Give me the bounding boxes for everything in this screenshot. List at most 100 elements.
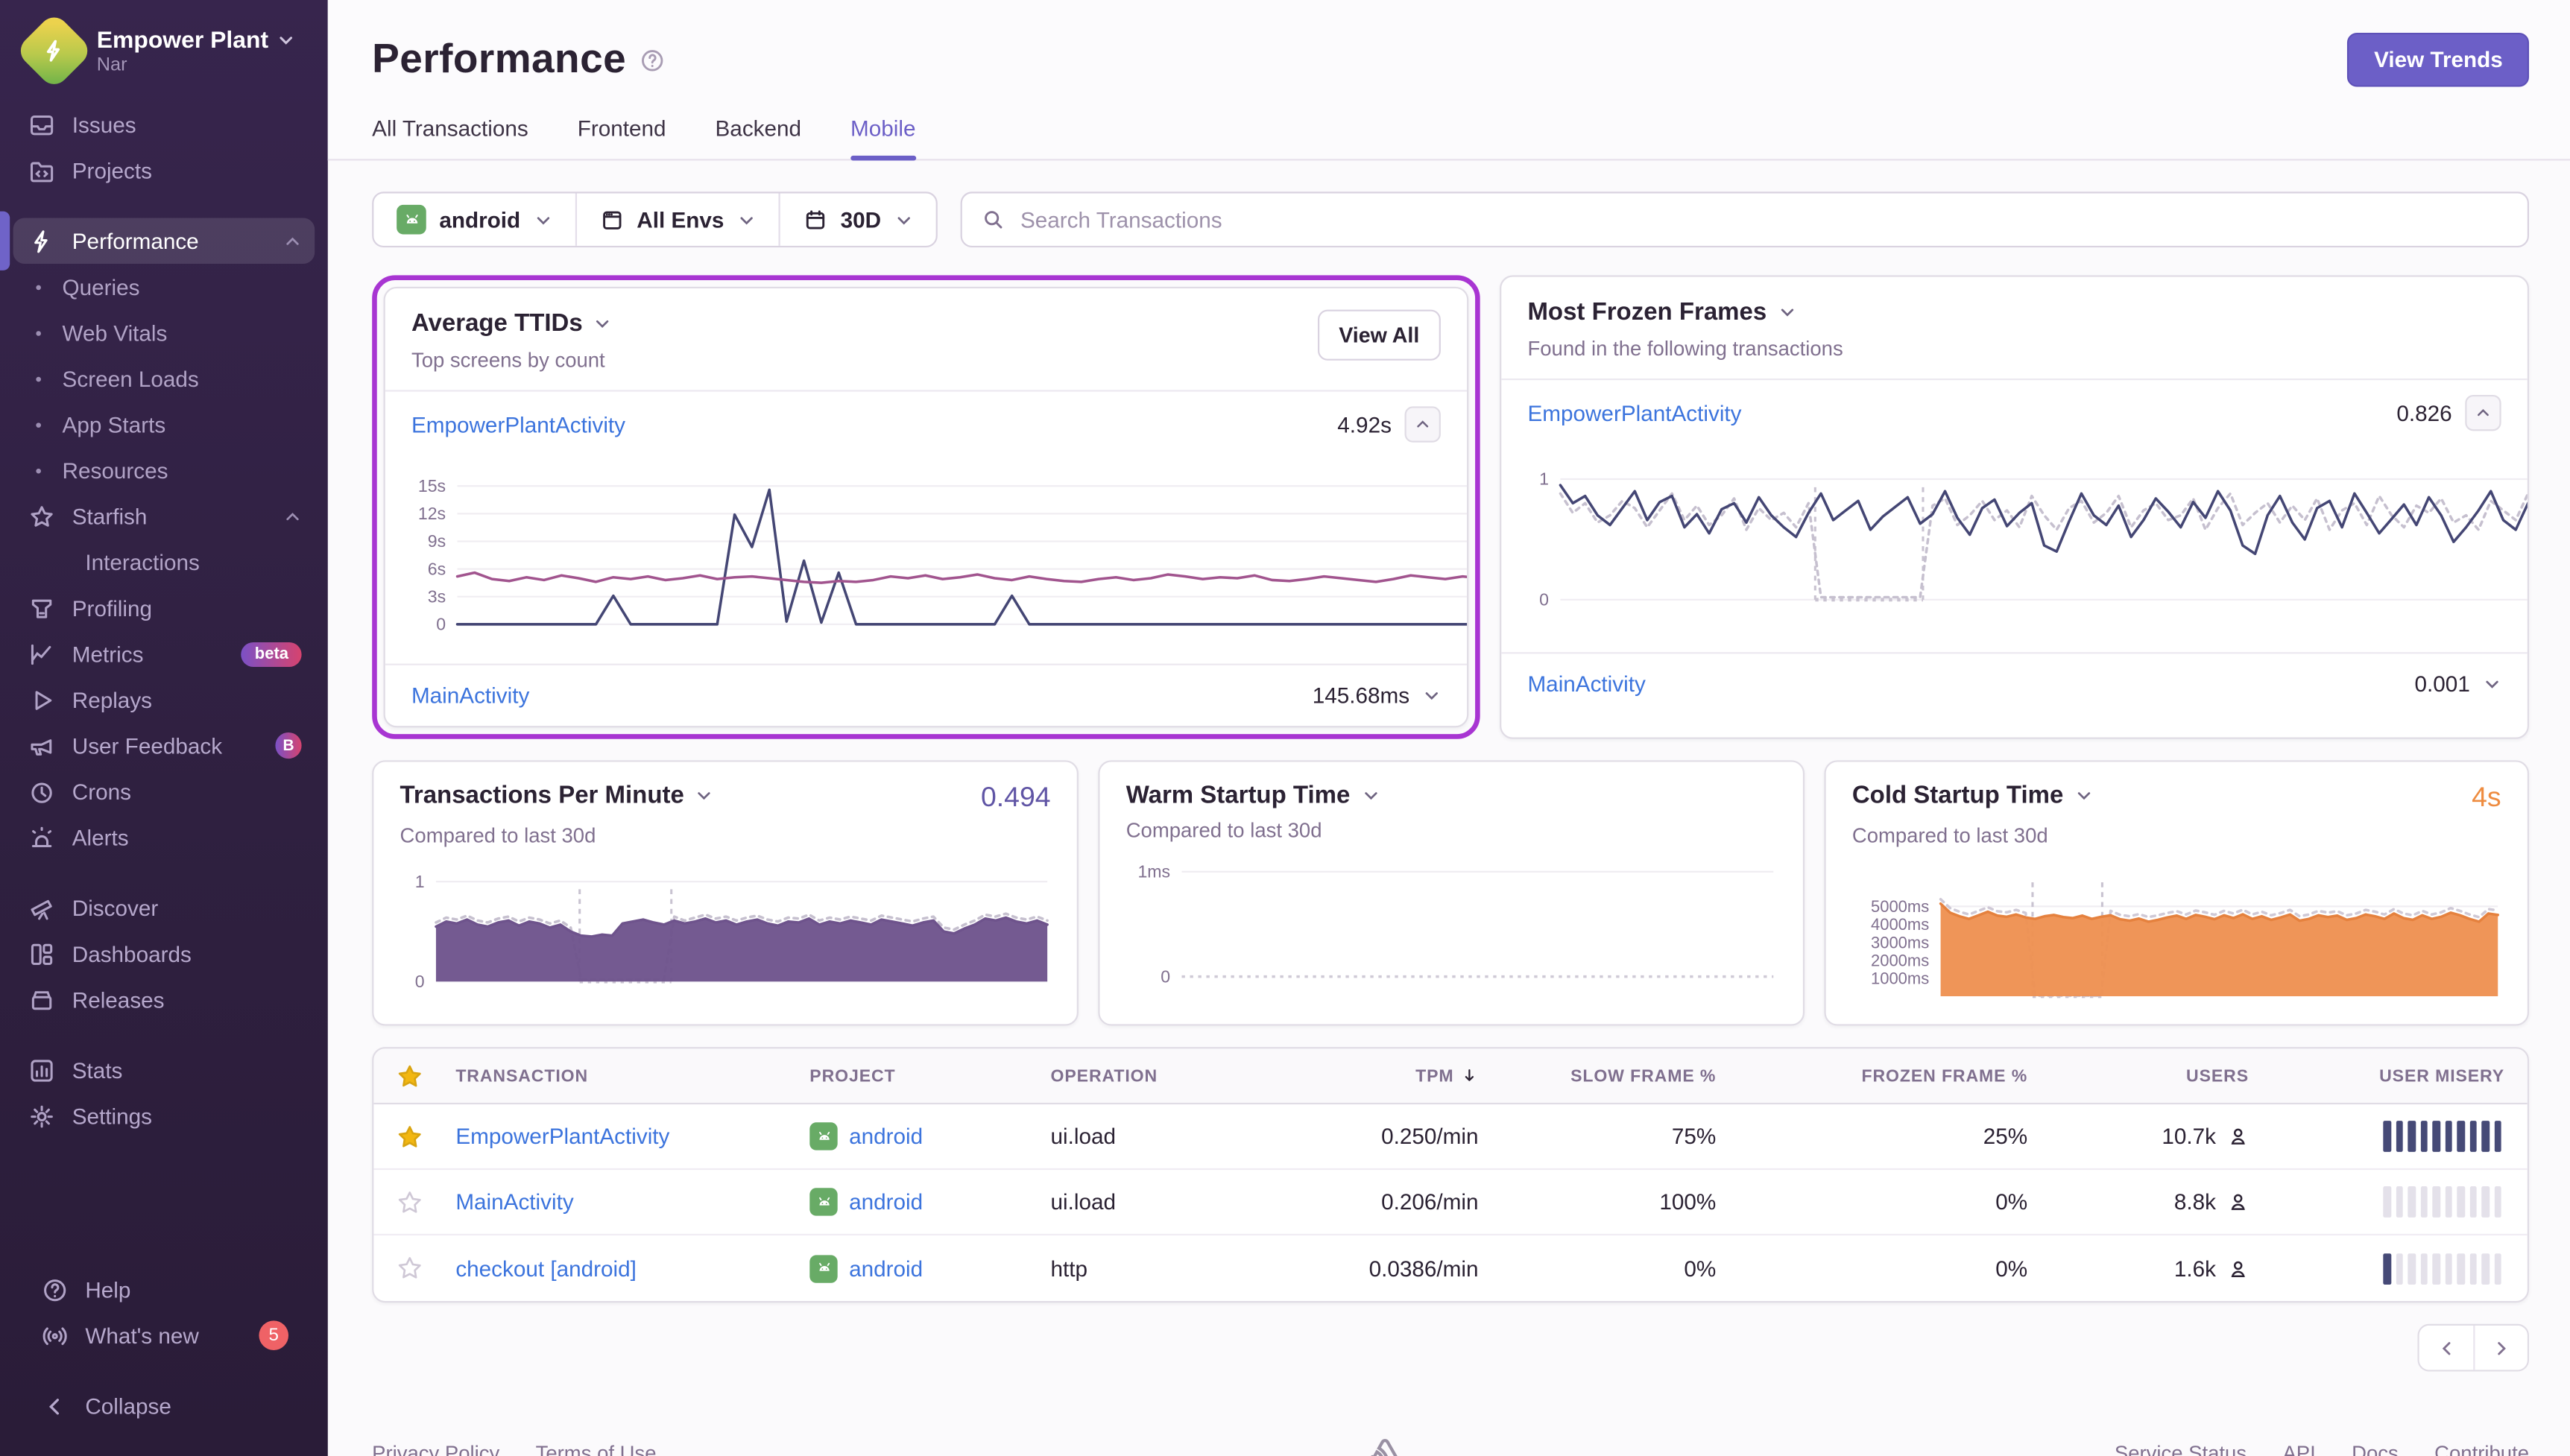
users-cell: 10.7k — [2037, 1124, 2258, 1149]
column-header-star[interactable] — [373, 1063, 446, 1089]
sidebar-item-what-s-new[interactable]: What's new5 — [26, 1312, 301, 1358]
sidebar-item-app-starts[interactable]: App Starts — [13, 402, 315, 448]
android-icon — [397, 205, 426, 235]
sidebar-item-user-feedback[interactable]: User FeedbackB — [13, 723, 315, 769]
sidebar-item-discover[interactable]: Discover — [13, 884, 315, 931]
transactions-per-minute-title-dropdown[interactable]: Transactions Per Minute — [400, 782, 714, 809]
footer-link-privacy-policy[interactable]: Privacy Policy — [372, 1442, 499, 1456]
slow-frame-cell: 0% — [1488, 1256, 1726, 1281]
footer-link-service-status[interactable]: Service Status — [2115, 1442, 2247, 1456]
star-toggle[interactable] — [373, 1123, 446, 1149]
column-header-transaction[interactable]: TRANSACTION — [446, 1066, 800, 1085]
tab-mobile[interactable]: Mobile — [850, 116, 915, 159]
collapse-row-button[interactable] — [2465, 395, 2501, 431]
svg-text:5000ms: 5000ms — [1871, 897, 1929, 916]
chevron-down-icon — [2075, 787, 2093, 805]
sidebar-item-performance[interactable]: Performance — [13, 218, 315, 264]
expand-row-button[interactable] — [2483, 675, 2501, 693]
star-toggle[interactable] — [373, 1255, 446, 1281]
tab-frontend[interactable]: Frontend — [578, 116, 666, 159]
footer-link-api[interactable]: API — [2282, 1442, 2315, 1456]
frozen-frames-chart: 10 — [1501, 446, 2528, 652]
view-all-button[interactable]: View All — [1318, 310, 1441, 361]
frozen-frame-cell: 0% — [1726, 1189, 2038, 1214]
operation-cell: http — [1041, 1256, 1291, 1281]
sidebar-item-replays[interactable]: Replays — [13, 677, 315, 723]
sidebar-item-dashboards[interactable]: Dashboards — [13, 931, 315, 977]
view-trends-button[interactable]: View Trends — [2348, 33, 2529, 87]
ttid-transaction-link[interactable]: MainActivity — [411, 683, 529, 708]
transaction-link[interactable]: EmpowerPlantActivity — [446, 1124, 800, 1149]
date-range-filter[interactable]: 30D — [778, 193, 935, 245]
project-filter[interactable]: android — [373, 193, 574, 245]
project-link[interactable]: android — [800, 1188, 1041, 1215]
cold-startup-time-chart: 5000ms4000ms3000ms2000ms1000ms — [1852, 857, 2501, 1011]
megaphone-icon — [26, 731, 56, 761]
sidebar-item-profiling[interactable]: Profiling — [13, 585, 315, 631]
sidebar-item-interactions[interactable]: Interactions — [13, 539, 315, 585]
cold-startup-time-title-dropdown[interactable]: Cold Startup Time — [1852, 782, 2093, 809]
svg-text:12s: 12s — [418, 504, 446, 523]
sidebar-item-help[interactable]: Help — [26, 1267, 301, 1313]
frozen-card-title-dropdown[interactable]: Most Frozen Frames — [1527, 298, 1843, 326]
warm-startup-time-title-dropdown[interactable]: Warm Startup Time — [1126, 782, 1380, 809]
sidebar-item-projects[interactable]: Projects — [13, 148, 315, 194]
collapse-row-button[interactable] — [1405, 406, 1441, 442]
sidebar-item-metrics[interactable]: Metricsbeta — [13, 631, 315, 677]
footer-left-links: Privacy Policy Terms of Use — [372, 1442, 656, 1456]
sidebar-collapse-button[interactable]: Collapse — [13, 1381, 315, 1431]
star-toggle[interactable] — [373, 1188, 446, 1215]
sidebar-item-releases[interactable]: Releases — [13, 977, 315, 1023]
ttid-card-title-dropdown[interactable]: Average TTIDs — [411, 310, 612, 338]
footer-link-contribute[interactable]: Contribute — [2434, 1442, 2529, 1456]
footer-link-terms-of-use[interactable]: Terms of Use — [536, 1442, 657, 1456]
sidebar-item-alerts[interactable]: Alerts — [13, 814, 315, 861]
previous-page-button[interactable] — [2419, 1326, 2474, 1370]
column-header-users[interactable]: USERS — [2037, 1066, 2258, 1085]
transaction-link[interactable]: MainActivity — [446, 1189, 800, 1214]
project-link[interactable]: android — [800, 1122, 1041, 1150]
environment-filter[interactable]: All Envs — [575, 193, 778, 245]
column-header-tpm[interactable]: TPM — [1292, 1066, 1488, 1085]
column-header-slow-frame[interactable]: SLOW FRAME % — [1488, 1066, 1726, 1085]
frozen-transaction-link[interactable]: EmpowerPlantActivity — [1527, 401, 1741, 425]
sidebar-item-issues[interactable]: Issues — [13, 101, 315, 148]
svg-text:2000ms: 2000ms — [1871, 951, 1929, 969]
sidebar-item-screen-loads[interactable]: Screen Loads — [13, 355, 315, 402]
next-page-button[interactable] — [2473, 1326, 2528, 1370]
user-misery-bar — [2383, 1121, 2517, 1152]
frozen-transaction-value: 0.826 — [2396, 401, 2451, 425]
sidebar-item-starfish[interactable]: Starfish — [13, 493, 315, 539]
sidebar-item-queries[interactable]: Queries — [13, 264, 315, 310]
sidebar-item-settings[interactable]: Settings — [13, 1093, 315, 1139]
frozen-transaction-link[interactable]: MainActivity — [1527, 672, 1645, 697]
ttid-card-title: Average TTIDs — [411, 310, 583, 338]
search-icon — [981, 208, 1004, 231]
badge-5: 5 — [259, 1320, 288, 1350]
column-header-operation[interactable]: OPERATION — [1041, 1066, 1291, 1085]
ttid-transaction-link[interactable]: EmpowerPlantActivity — [411, 412, 625, 437]
sidebar-item-stats[interactable]: Stats — [13, 1047, 315, 1093]
footer-link-docs[interactable]: Docs — [2352, 1442, 2399, 1456]
tab-all-transactions[interactable]: All Transactions — [372, 116, 528, 159]
bullet-dot — [36, 376, 41, 382]
svg-text:1: 1 — [1539, 469, 1549, 489]
page-help-icon[interactable] — [640, 47, 666, 73]
tab-backend[interactable]: Backend — [716, 116, 802, 159]
gear-icon — [26, 1101, 56, 1131]
expand-row-button[interactable] — [1423, 686, 1441, 704]
sidebar-item-web-vitals[interactable]: Web Vitals — [13, 310, 315, 356]
stats-icon — [26, 1055, 56, 1085]
column-header-frozen-frame[interactable]: FROZEN FRAME % — [1726, 1066, 2038, 1085]
column-header-project[interactable]: PROJECT — [800, 1066, 1041, 1085]
search-input[interactable] — [1017, 206, 2508, 233]
column-header-user-misery[interactable]: USER MISERY — [2258, 1066, 2528, 1085]
sidebar-item-resources[interactable]: Resources — [13, 447, 315, 493]
transaction-link[interactable]: checkout [android] — [446, 1256, 800, 1281]
project-link[interactable]: android — [800, 1254, 1041, 1282]
svg-text:1: 1 — [415, 872, 425, 891]
alerts-icon — [26, 823, 56, 852]
transaction-search[interactable] — [960, 192, 2529, 247]
sidebar-item-crons[interactable]: Crons — [13, 768, 315, 814]
org-switcher[interactable]: Empower Plant Nar — [0, 0, 328, 95]
